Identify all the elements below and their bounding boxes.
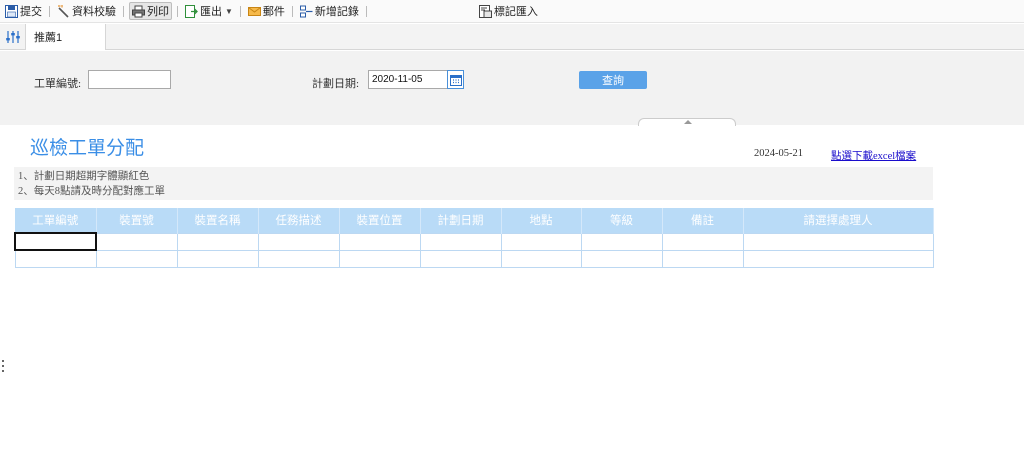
table-header-row: 工單編號 裝置號 裝置名稱 任務描述 裝置位置 計劃日期 地點 等級 備註 請選… (15, 208, 934, 233)
table-cell[interactable] (14, 232, 97, 251)
submit-button[interactable]: 提交 (3, 2, 44, 20)
tab-recommend-1[interactable]: 推薦1 (26, 24, 106, 50)
export-icon (185, 4, 198, 18)
export-label: 匯出 (200, 6, 222, 18)
toolbar-divider (49, 5, 50, 17)
query-button[interactable]: 查詢 (579, 71, 647, 89)
note-line: 1、計劃日期超期字體顯紅色 (18, 171, 150, 182)
sliders-icon (5, 31, 20, 43)
table-cell[interactable] (95, 232, 178, 251)
add-record-button[interactable]: 新增記錄 (298, 2, 361, 20)
print-label: 列印 (147, 6, 169, 18)
work-order-table: 工單編號 裝置號 裝置名稱 任務描述 裝置位置 計劃日期 地點 等級 備註 請選… (14, 208, 934, 268)
table-cell[interactable] (661, 232, 744, 251)
parameter-panel: 工單編號: 計劃日期: 2020-11-05 查詢 (0, 51, 1024, 125)
table-cell[interactable] (661, 249, 744, 268)
column-header: 工單編號 (15, 208, 97, 233)
save-icon (5, 4, 18, 18)
table-cell[interactable] (500, 232, 582, 251)
plan-date-input[interactable]: 2020-11-05 (368, 70, 448, 89)
table-cell[interactable] (257, 249, 340, 268)
table-cell[interactable] (257, 232, 340, 251)
table-cell[interactable] (419, 232, 502, 251)
table-cell[interactable] (14, 249, 97, 268)
order-no-input[interactable] (88, 70, 171, 89)
table-cell[interactable] (742, 232, 934, 251)
table-cell[interactable] (742, 249, 934, 268)
validate-button[interactable]: 資料校驗 (55, 2, 118, 20)
table-row (14, 232, 934, 251)
column-header: 裝置名稱 (177, 208, 259, 233)
calendar-icon (449, 74, 462, 86)
table-cell[interactable] (580, 249, 663, 268)
calendar-button[interactable] (447, 70, 464, 89)
parameter-toggle[interactable] (0, 24, 26, 50)
add-record-label: 新增記錄 (314, 6, 359, 18)
download-excel-link[interactable]: 點選下載excel檔案 (831, 148, 916, 163)
mail-label: 郵件 (262, 6, 285, 18)
mark-import-label: 標記匯入 (493, 6, 538, 18)
plan-date-label: 計劃日期: (312, 78, 360, 90)
caret-down-icon: ▼ (225, 6, 233, 16)
mail-button[interactable]: 郵件 (246, 2, 287, 20)
report-title: 巡檢工單分配 (30, 138, 145, 159)
toolbar-divider (291, 5, 293, 17)
printer-icon (132, 5, 145, 18)
validate-label: 資料校驗 (72, 6, 116, 18)
column-header: 備註 (662, 208, 744, 233)
toolbar-divider (123, 5, 124, 17)
table-cell[interactable] (338, 249, 421, 268)
collapse-toggle[interactable] (638, 118, 736, 126)
table-cell[interactable] (95, 249, 178, 268)
order-no-label: 工單編號: (34, 78, 82, 90)
table-cell[interactable] (500, 249, 582, 268)
toolbar-divider (239, 5, 241, 17)
table-row (14, 249, 934, 268)
toolbar-divider (177, 5, 178, 17)
column-header: 計劃日期 (420, 208, 502, 233)
import-icon (478, 4, 492, 18)
drag-handle-icon[interactable] (2, 360, 4, 374)
column-header: 裝置位置 (339, 208, 421, 233)
print-button[interactable]: 列印 (129, 2, 172, 20)
column-header: 等級 (581, 208, 663, 233)
toolbar: 提交 資料校驗 列印 匯出 ▼ 郵件 新增記錄 標記匯入 (0, 0, 1024, 23)
mark-import-button[interactable]: 標記匯入 (477, 2, 540, 20)
toolbar-divider (365, 5, 367, 17)
mail-icon (247, 5, 261, 18)
note-line: 2、每天8點請及時分配對應工單 (18, 186, 165, 197)
column-header: 裝置號 (96, 208, 178, 233)
table-cell[interactable] (419, 249, 502, 268)
column-header: 請選擇處理人 (743, 208, 934, 233)
wand-icon (57, 4, 70, 18)
tab-label: 推薦1 (34, 32, 63, 44)
table-cell[interactable] (176, 249, 259, 268)
insert-row-icon (299, 5, 313, 18)
export-button[interactable]: 匯出 ▼ (183, 2, 235, 20)
table-cell[interactable] (580, 232, 663, 251)
table-cell[interactable] (338, 232, 421, 251)
submit-label: 提交 (20, 6, 42, 18)
column-header: 任務描述 (258, 208, 340, 233)
column-header: 地點 (501, 208, 582, 233)
tab-bar: 推薦1 (0, 24, 1024, 50)
table-cell[interactable] (176, 232, 259, 251)
report-date: 2024-05-21 (754, 148, 803, 159)
notes-box: 1、計劃日期超期字體顯紅色 2、每天8點請及時分配對應工單 (14, 167, 933, 200)
